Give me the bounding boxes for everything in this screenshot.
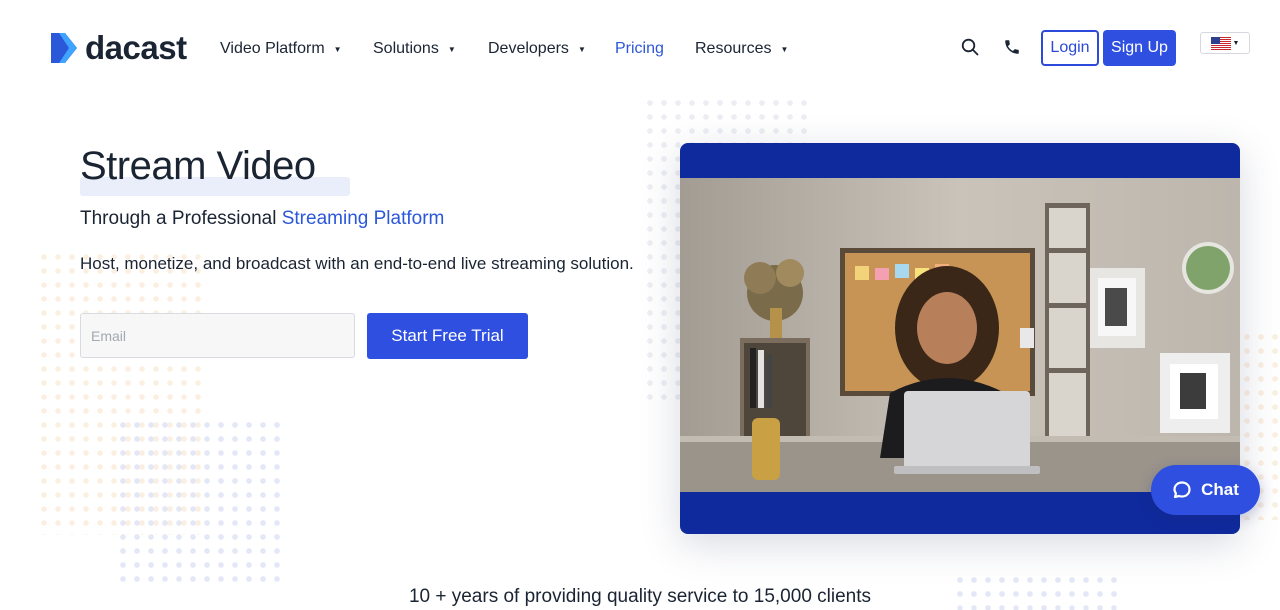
email-input[interactable] xyxy=(80,313,355,358)
caret-down-icon: ▼ xyxy=(333,44,342,54)
nav-item-label: Resources xyxy=(695,40,772,57)
chat-label: Chat xyxy=(1201,480,1239,499)
nav-item-resources[interactable]: Resources ▼ xyxy=(695,38,788,60)
signup-button[interactable]: Sign Up xyxy=(1103,30,1176,66)
caret-down-icon: ▼ xyxy=(780,44,789,54)
search-button[interactable] xyxy=(959,36,981,58)
dot-pattern xyxy=(116,418,284,588)
hero-subtitle: Through a Professional Streaming Platfor… xyxy=(80,207,444,231)
nav-item-video-platform[interactable]: Video Platform ▼ xyxy=(220,38,342,60)
nav-item-solutions[interactable]: Solutions ▼ xyxy=(373,38,456,60)
nav-item-label: Solutions xyxy=(373,40,439,57)
login-button[interactable]: Login xyxy=(1041,30,1099,66)
chat-button[interactable]: Chat xyxy=(1151,465,1260,515)
hero-title: Stream Video xyxy=(80,144,316,188)
hero-subtitle-accent: Streaming Platform xyxy=(281,208,445,229)
stats-tagline: 10 + years of providing quality service … xyxy=(408,586,872,607)
nav-item-label: Pricing xyxy=(615,40,664,57)
dacast-logo-mark-icon xyxy=(51,33,77,63)
phone-icon xyxy=(1005,40,1019,54)
start-free-trial-button[interactable]: Start Free Trial xyxy=(367,313,528,359)
caret-down-icon: ▼ xyxy=(447,44,456,54)
phone-button[interactable] xyxy=(1001,36,1023,58)
nav-item-developers[interactable]: Developers ▼ xyxy=(488,38,586,60)
hero-subtitle-prefix: Through a Professional xyxy=(80,208,282,229)
nav-item-label: Developers xyxy=(488,40,569,57)
search-icon xyxy=(961,38,979,56)
us-flag-icon xyxy=(1210,36,1231,50)
video-scene-image xyxy=(680,178,1240,492)
language-selector[interactable]: ▼ xyxy=(1200,32,1250,54)
dacast-logo[interactable]: dacast xyxy=(49,30,187,66)
caret-down-icon: ▼ xyxy=(577,44,586,54)
caret-down-icon: ▼ xyxy=(1232,39,1240,47)
chat-bubble-icon xyxy=(1173,481,1191,499)
hero-description: Host, monetize, and broadcast with an en… xyxy=(80,254,634,273)
site-header: dacast Video Platform ▼ Solutions ▼ Deve… xyxy=(0,0,1280,96)
nav-item-pricing[interactable]: Pricing xyxy=(615,38,664,60)
logo-wordmark: dacast xyxy=(85,29,187,66)
nav-item-label: Video Platform xyxy=(220,40,325,57)
